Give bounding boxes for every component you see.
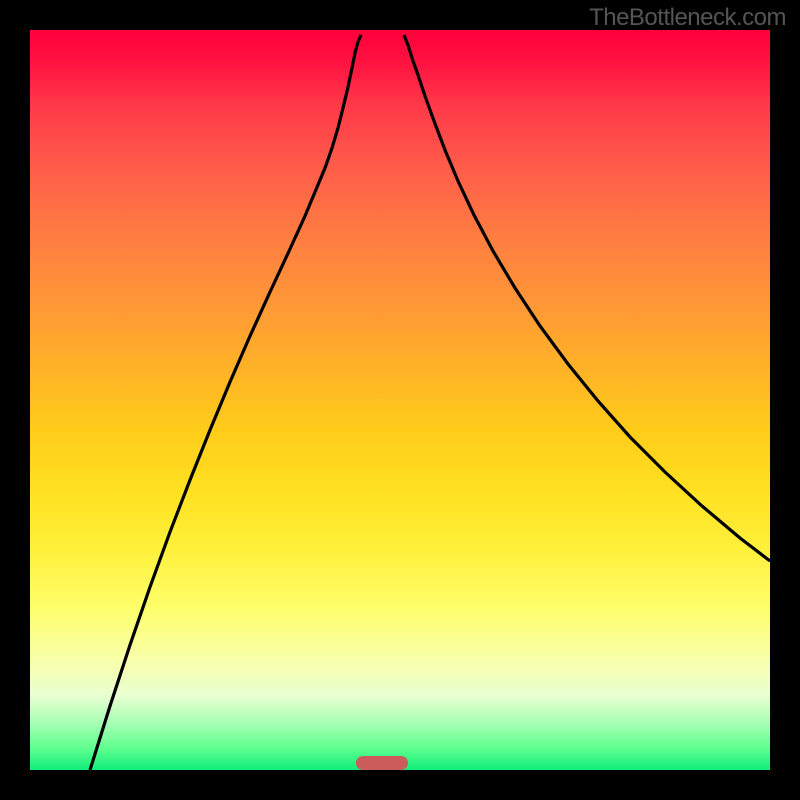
optimal-marker [356,756,408,770]
bottleneck-curves [30,30,770,770]
left-curve-path [90,35,361,770]
watermark-text: TheBottleneck.com [589,4,786,32]
right-curve-path [404,35,770,561]
